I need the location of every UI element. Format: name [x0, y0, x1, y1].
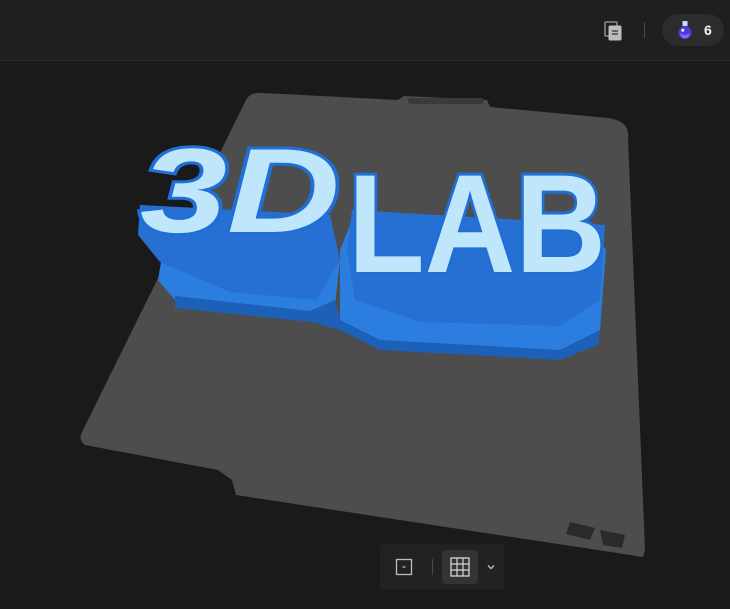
grid-view-button[interactable] — [442, 550, 478, 584]
potion-flask-icon — [678, 21, 692, 39]
copy-document-icon — [604, 21, 622, 41]
model-text-3d: 3D — [140, 124, 340, 258]
single-view-button[interactable] — [386, 550, 422, 584]
model-scene: 3D LAB — [80, 92, 645, 557]
grid-icon — [450, 557, 470, 577]
model-text-lab: LAB — [348, 145, 606, 302]
view-toolbar — [380, 544, 504, 590]
grid-options-dropdown[interactable] — [480, 550, 502, 584]
credits-count: 6 — [704, 22, 712, 38]
header-divider — [644, 22, 645, 38]
top-bar: 6 — [0, 0, 730, 61]
single-view-icon — [395, 558, 413, 576]
credits-badge[interactable]: 6 — [662, 14, 724, 46]
3d-viewport[interactable]: 3D LAB — [0, 61, 730, 604]
chevron-down-icon — [487, 565, 495, 570]
plate-notch — [408, 98, 484, 104]
toolbar-divider — [432, 559, 433, 575]
copy-button[interactable] — [598, 16, 628, 46]
